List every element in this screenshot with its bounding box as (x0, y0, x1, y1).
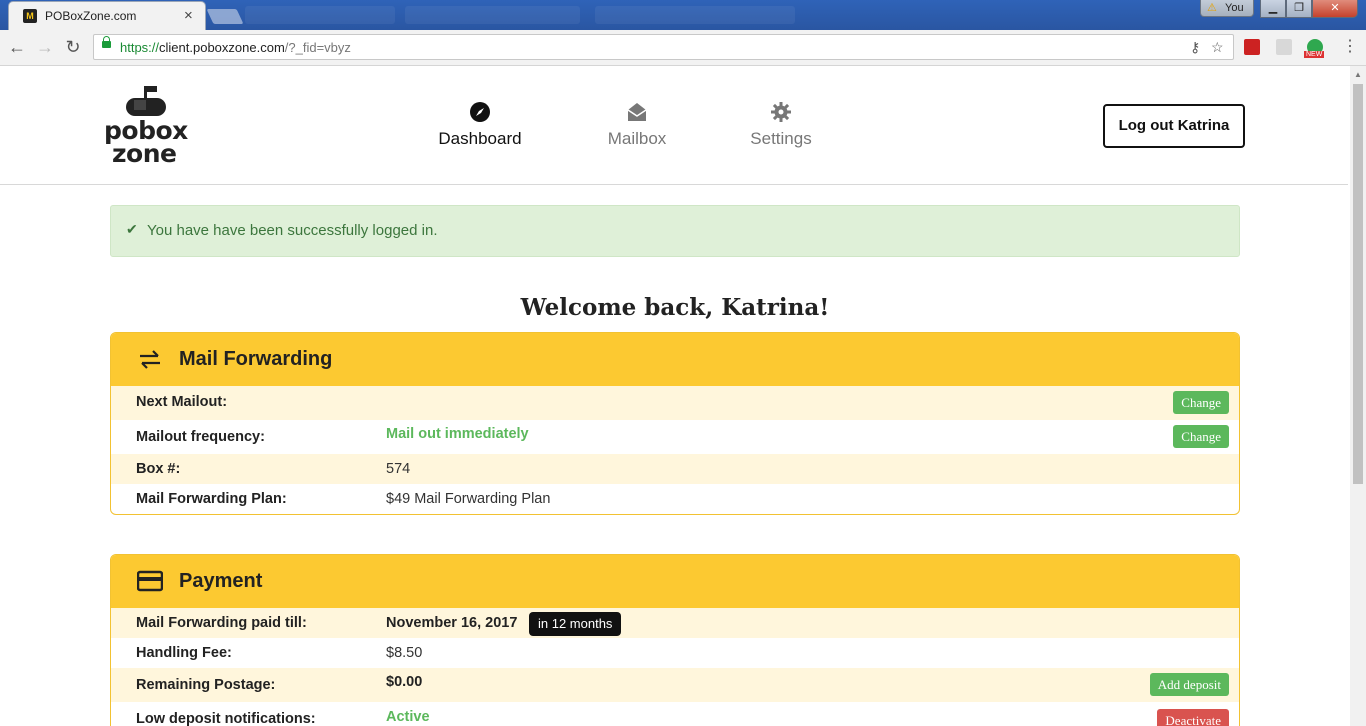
active-tab[interactable]: M POBoxZone.com × (8, 1, 206, 30)
logo-text-line2: zone (112, 139, 177, 168)
restore-button[interactable]: ❐ (1286, 0, 1312, 18)
welcome-heading: Welcome back, Katrina! (520, 294, 830, 321)
card-header: Mail Forwarding (111, 333, 1239, 386)
nav-mailbox-label: Mailbox (607, 129, 667, 148)
url-path: /?_fid=vbyz (284, 40, 351, 55)
warning-icon: ⚠ (1207, 2, 1217, 14)
row-value: $49 Mail Forwarding Plan (386, 491, 551, 507)
nav-dashboard-label: Dashboard (438, 129, 522, 148)
success-alert: ✔ You have have been successfully logged… (110, 205, 1240, 257)
payment-card: Payment Mail Forwarding paid till: Novem… (110, 554, 1240, 726)
row-value: Active (386, 709, 430, 725)
tab-close-icon[interactable]: × (184, 7, 193, 24)
add-deposit-button[interactable]: Add deposit (1149, 673, 1229, 696)
reload-icon[interactable]: ↻ (63, 37, 83, 57)
table-row: Next Mailout: Change (111, 386, 1239, 420)
relative-time-badge: in 12 months (529, 612, 622, 636)
card-title: Payment (179, 570, 263, 592)
row-label: Remaining Postage: (136, 677, 276, 693)
nav-settings[interactable]: Settings (731, 102, 831, 149)
card-header: Payment (111, 555, 1239, 608)
site-favicon-icon: M (23, 9, 37, 23)
row-value: $8.50 (386, 645, 423, 661)
pobox-zone-logo[interactable]: pobox zone (104, 86, 188, 168)
row-label: Low deposit notifications: (136, 711, 316, 726)
row-label: Handling Fee: (136, 645, 232, 661)
new-tab-button[interactable] (206, 9, 244, 24)
nav-mailbox[interactable]: Mailbox (587, 102, 687, 149)
row-value: Mail out immediately (386, 426, 529, 442)
row-value: $0.00 (386, 674, 423, 690)
compass-icon (470, 102, 490, 122)
browser-toolbar: ← → ↻ https://client.poboxzone.com/?_fid… (0, 30, 1366, 66)
url-host: client.poboxzone.com (159, 40, 285, 55)
star-icon[interactable]: ☆ (1211, 39, 1224, 56)
row-label: Mail Forwarding paid till: (136, 615, 307, 631)
logout-button[interactable]: Log out Katrina (1103, 104, 1245, 148)
row-value: 574 (386, 461, 411, 477)
nav-dashboard[interactable]: Dashboard (430, 102, 530, 149)
exchange-arrows-icon (140, 350, 160, 369)
envelope-open-icon (627, 103, 647, 121)
browser-tab-strip: M POBoxZone.com × ⚠ You ▁ ❐ ✕ (0, 0, 1366, 30)
tab-title: POBoxZone.com (45, 9, 137, 23)
deactivate-button[interactable]: Deactivate (1157, 709, 1229, 726)
url-text: https://client.poboxzone.com/?_fid=vbyz (120, 40, 351, 55)
row-label: Next Mailout: (136, 394, 228, 410)
background-tab[interactable] (595, 6, 795, 24)
secure-lock-icon (102, 36, 111, 48)
table-row: Low deposit notifications: Active Deacti… (111, 702, 1239, 726)
row-label: Box #: (136, 461, 181, 477)
check-icon: ✔ (126, 221, 138, 237)
table-row: Mailout frequency: Mail out immediately … (111, 420, 1239, 454)
table-row: Box #: 574 (111, 454, 1239, 484)
forward-arrow-icon[interactable]: → (35, 37, 55, 57)
table-row: Mail Forwarding Plan: $49 Mail Forwardin… (111, 484, 1239, 514)
table-row: Handling Fee: $8.50 (111, 638, 1239, 668)
table-row: Remaining Postage: $0.00 Add deposit (111, 668, 1239, 702)
alert-message: You have have been successfully logged i… (147, 222, 438, 239)
info-extension-icon[interactable] (1276, 39, 1292, 55)
row-label: Mailout frequency: (136, 429, 265, 445)
page-content: pobox zone Dashboard Mailbox Settings Lo… (0, 66, 1350, 726)
credit-card-icon (137, 570, 163, 592)
row-value: November 16, 2017 (386, 615, 518, 631)
card-title: Mail Forwarding (179, 348, 333, 370)
nav-settings-label: Settings (750, 129, 812, 148)
change-next-mailout-button[interactable]: Change (1173, 391, 1229, 414)
key-icon[interactable]: ⚷ (1190, 39, 1200, 56)
back-arrow-icon[interactable]: ← (7, 37, 27, 57)
address-bar[interactable]: https://client.poboxzone.com/?_fid=vbyz … (93, 34, 1234, 60)
password-extension-icon[interactable] (1244, 39, 1260, 55)
profile-name: You (1225, 2, 1244, 14)
table-row: Mail Forwarding paid till: November 16, … (111, 608, 1239, 638)
minimize-button[interactable]: ▁ (1260, 0, 1286, 18)
gear-icon (771, 102, 791, 122)
close-window-button[interactable]: ✕ (1312, 0, 1358, 18)
page-scrollbar[interactable]: ▲ (1350, 66, 1366, 726)
profile-button[interactable]: ⚠ You (1200, 0, 1254, 17)
new-badge: NEW (1304, 51, 1325, 58)
row-label: Mail Forwarding Plan: (136, 491, 287, 507)
mail-forwarding-card: Mail Forwarding Next Mailout: Change Mai… (110, 332, 1240, 515)
scroll-up-arrow-icon[interactable]: ▲ (1354, 70, 1362, 79)
url-scheme: https:// (120, 40, 160, 55)
background-tab[interactable] (245, 6, 395, 24)
browser-menu-icon[interactable]: ⋮ (1340, 37, 1360, 57)
scrollbar-thumb[interactable] (1353, 84, 1363, 484)
change-frequency-button[interactable]: Change (1173, 425, 1229, 448)
site-header: pobox zone Dashboard Mailbox Settings Lo… (0, 66, 1348, 185)
background-tab[interactable] (405, 6, 580, 24)
